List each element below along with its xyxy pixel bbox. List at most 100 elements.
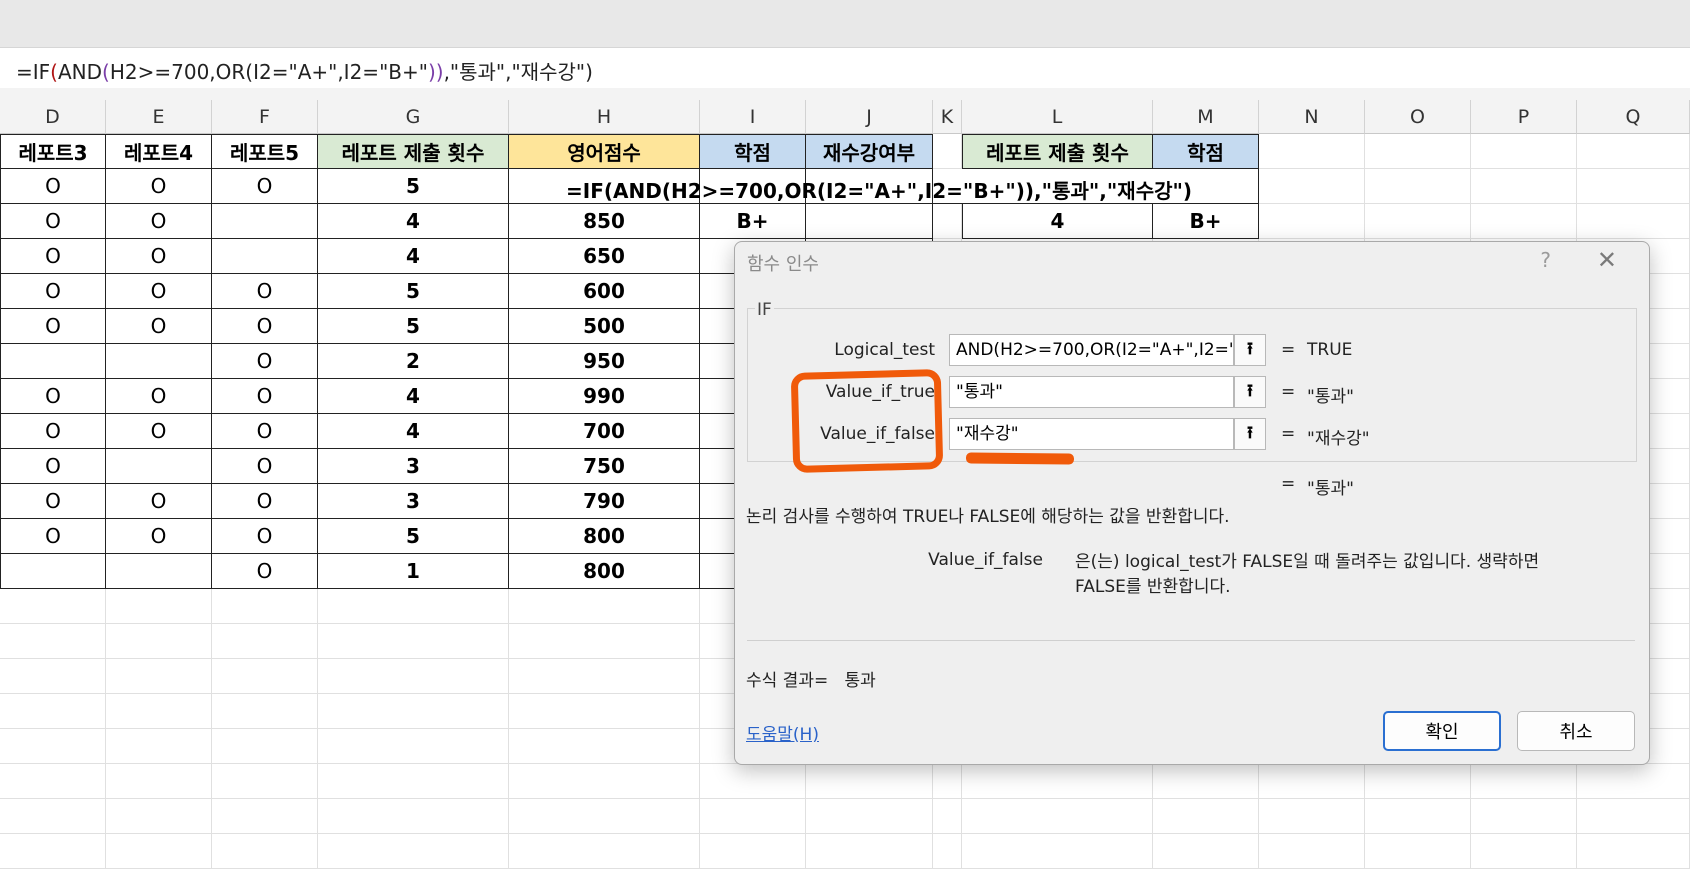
column-header-d[interactable]: D [0,100,106,134]
grid-cell[interactable] [1365,799,1471,834]
grid-cell[interactable] [933,799,962,834]
column-header-q[interactable]: Q [1577,100,1690,134]
value-if-true-input[interactable]: "통과" [949,376,1234,408]
grid-cell[interactable]: O [212,414,318,449]
grid-cell[interactable]: O [0,239,106,274]
grid-cell[interactable]: 1 [318,554,509,589]
grid-cell[interactable] [318,659,509,694]
grid-cell[interactable]: O [106,239,212,274]
grid-cell[interactable] [1471,834,1577,869]
grid-cell[interactable] [962,834,1153,869]
grid-cell[interactable] [806,204,933,239]
grid-cell[interactable]: 4 [962,204,1153,239]
grid-cell[interactable]: O [0,169,106,204]
column-header-h[interactable]: H [509,100,700,134]
grid-cell[interactable] [933,764,962,799]
grid-cell[interactable]: 3 [318,484,509,519]
header-cell-o[interactable] [1365,134,1471,169]
grid-cell[interactable] [106,834,212,869]
grid-cell[interactable]: 500 [509,309,700,344]
grid-cell[interactable] [509,729,700,764]
header-cell-e[interactable]: 레포트4 [106,134,212,169]
grid-cell[interactable]: O [106,204,212,239]
grid-cell[interactable] [106,694,212,729]
grid-cell[interactable] [1259,799,1365,834]
grid-cell[interactable] [106,449,212,484]
grid-cell[interactable]: 700 [509,414,700,449]
grid-cell[interactable]: 790 [509,484,700,519]
grid-cell[interactable] [700,834,806,869]
grid-cell[interactable] [0,589,106,624]
header-cell-q[interactable] [1577,134,1690,169]
grid-cell[interactable] [0,834,106,869]
grid-cell[interactable]: O [106,274,212,309]
grid-cell[interactable] [106,659,212,694]
column-header-g[interactable]: G [318,100,509,134]
grid-cell[interactable] [806,764,933,799]
grid-cell[interactable] [0,764,106,799]
grid-cell[interactable] [212,659,318,694]
grid-cell[interactable] [1153,834,1259,869]
column-header-l[interactable]: L [962,100,1153,134]
grid-cell[interactable]: O [106,484,212,519]
grid-cell[interactable]: O [106,379,212,414]
grid-cell[interactable] [0,659,106,694]
grid-cell[interactable] [106,624,212,659]
grid-cell[interactable]: O [212,449,318,484]
grid-cell[interactable] [509,764,700,799]
collapse-dialog-icon[interactable]: ⭱ [1234,376,1266,408]
grid-cell[interactable]: O [212,169,318,204]
grid-cell[interactable] [106,589,212,624]
grid-cell[interactable] [212,834,318,869]
help-icon[interactable]: ? [1540,248,1551,272]
grid-cell[interactable] [509,694,700,729]
grid-cell[interactable]: O [106,414,212,449]
close-icon[interactable]: ✕ [1597,246,1617,274]
grid-cell[interactable] [509,624,700,659]
grid-cell[interactable]: 850 [509,204,700,239]
grid-cell[interactable]: O [212,309,318,344]
grid-cell[interactable] [212,764,318,799]
grid-cell[interactable] [106,554,212,589]
collapse-dialog-icon[interactable]: ⭱ [1234,418,1266,450]
grid-cell[interactable]: 5 [318,274,509,309]
grid-cell[interactable] [509,834,700,869]
grid-cell[interactable]: O [106,519,212,554]
grid-cell[interactable] [0,694,106,729]
grid-cell[interactable] [1577,799,1690,834]
grid-cell[interactable]: 5 [318,309,509,344]
grid-cell[interactable]: O [0,379,106,414]
grid-cell[interactable] [106,799,212,834]
grid-cell[interactable] [318,764,509,799]
grid-cell[interactable] [212,204,318,239]
grid-cell[interactable] [212,239,318,274]
grid-cell[interactable] [509,589,700,624]
grid-cell[interactable] [318,624,509,659]
grid-cell[interactable]: 4 [318,204,509,239]
grid-cell[interactable] [212,799,318,834]
help-link[interactable]: 도움말(H) [746,720,819,745]
grid-cell[interactable] [1153,764,1259,799]
header-cell-f[interactable]: 레포트5 [212,134,318,169]
grid-cell[interactable] [106,344,212,379]
formula-bar[interactable]: =IF(AND(H2>=700,OR(I2="A+",I2="B+")),"통과… [0,47,1690,89]
grid-cell[interactable]: O [212,484,318,519]
grid-cell[interactable] [962,764,1153,799]
grid-cell[interactable]: O [106,309,212,344]
grid-cell[interactable]: 950 [509,344,700,379]
grid-cell[interactable] [1471,799,1577,834]
grid-cell[interactable] [318,694,509,729]
grid-cell[interactable] [1471,764,1577,799]
grid-cell[interactable] [1365,204,1471,239]
grid-cell[interactable] [700,799,806,834]
grid-cell[interactable]: 3 [318,449,509,484]
grid-cell[interactable] [700,764,806,799]
header-cell-j[interactable]: 재수강여부 [806,134,933,169]
grid-cell[interactable]: O [0,449,106,484]
grid-cell[interactable]: 600 [509,274,700,309]
grid-cell[interactable] [1471,204,1577,239]
grid-cell[interactable]: O [0,484,106,519]
grid-cell[interactable] [806,834,933,869]
grid-cell[interactable] [1365,169,1471,204]
header-cell-h[interactable]: 영어점수 [509,134,700,169]
